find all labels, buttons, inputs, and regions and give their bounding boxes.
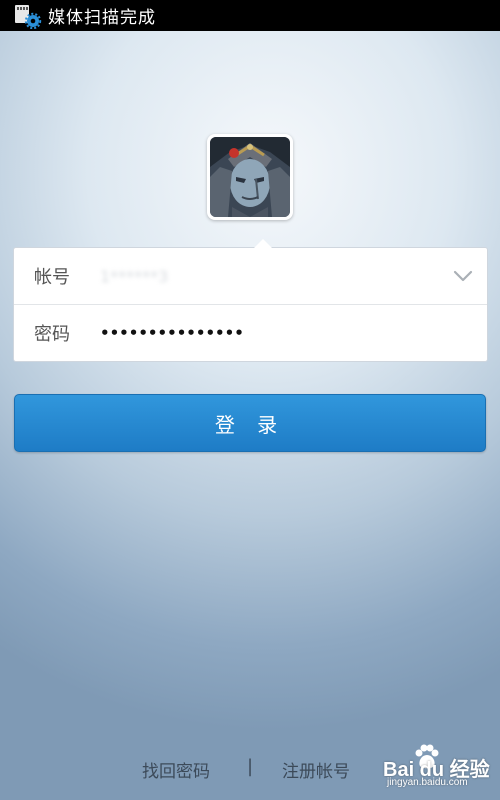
account-input[interactable]: 1******3	[100, 267, 168, 286]
account-row[interactable]: 帐号 1******3	[14, 248, 487, 305]
password-label: 密码	[34, 324, 70, 345]
login-button[interactable]: 登 录	[14, 394, 486, 452]
avatar-image	[210, 137, 290, 217]
status-bar: 媒体扫描完成	[0, 0, 500, 31]
status-text: 媒体扫描完成	[48, 8, 156, 28]
register-link[interactable]: 注册帐号	[282, 757, 350, 782]
avatar[interactable]	[207, 134, 293, 220]
login-form: 帐号 1******3 密码 •••••••••••••••	[13, 239, 488, 362]
account-label: 帐号	[34, 267, 70, 288]
baidu-jingyan-watermark: Bai du 经验 jingyan.baidu.com	[383, 744, 498, 794]
forgot-password-link[interactable]: 找回密码	[142, 757, 210, 782]
footer-separator: |	[247, 756, 254, 777]
card-pointer	[254, 239, 272, 248]
chevron-down-icon[interactable]	[453, 266, 473, 286]
media-scan-settings-icon	[12, 3, 42, 29]
watermark-url: jingyan.baidu.com	[387, 777, 468, 788]
password-input[interactable]: •••••••••••••••	[100, 324, 244, 342]
password-row[interactable]: 密码 •••••••••••••••	[14, 305, 487, 361]
